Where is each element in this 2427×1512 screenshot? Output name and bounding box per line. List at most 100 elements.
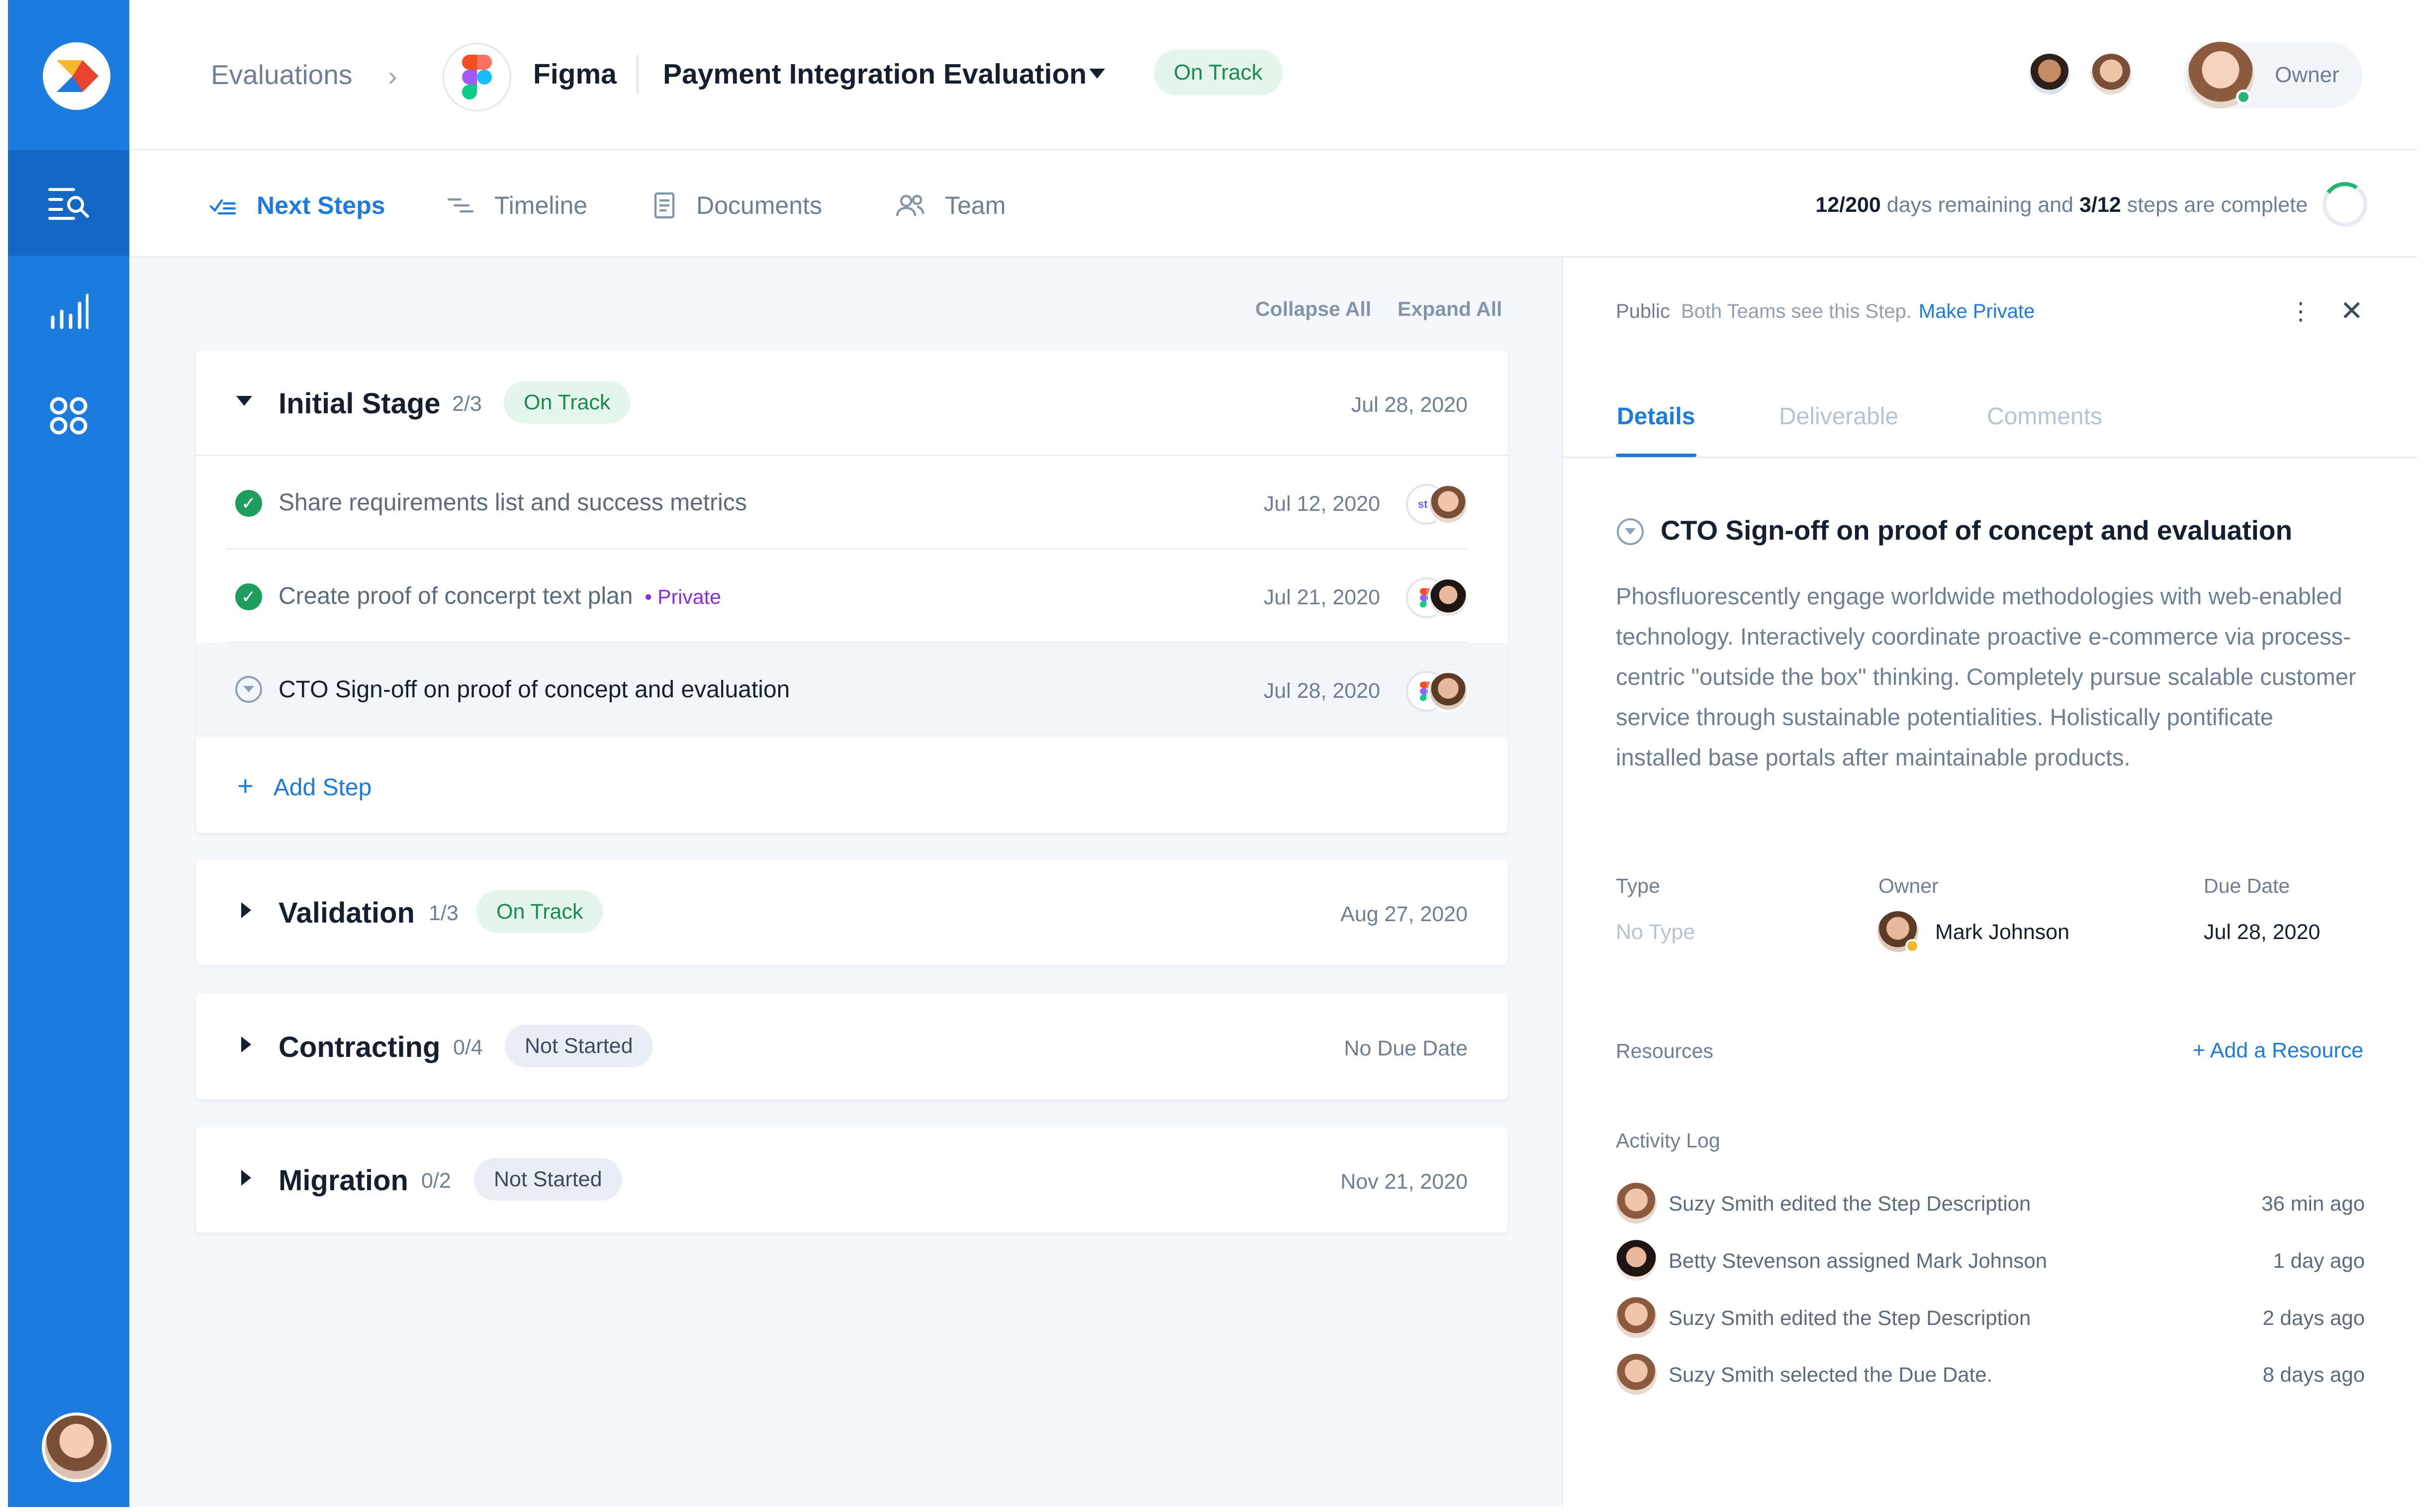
activity-text: Betty Stevenson assigned Mark Johnson xyxy=(1669,1249,2048,1272)
evaluation-title: Payment Integration Evaluation xyxy=(663,58,1087,90)
activity-log-label: Activity Log xyxy=(1616,1129,1720,1152)
tab-next-steps[interactable]: Next Steps xyxy=(209,191,385,220)
activity-text: Suzy Smith selected the Due Date. xyxy=(1669,1363,1993,1386)
app-logo[interactable] xyxy=(43,42,110,110)
due-date-picker[interactable]: Jul 28, 2020 xyxy=(2204,920,2320,945)
step-row[interactable]: ✓ Share requirements list and success me… xyxy=(196,456,1507,550)
tab-documents[interactable]: Documents xyxy=(653,191,822,220)
chevron-right-icon[interactable] xyxy=(241,1037,251,1052)
step-description[interactable]: Phosfluorescently engage worldwide metho… xyxy=(1616,576,2362,777)
status-badge: Not Started xyxy=(474,1158,622,1201)
bar-chart-icon xyxy=(51,293,89,329)
company-name: Figma xyxy=(533,58,617,90)
plus-icon: + xyxy=(237,770,254,801)
check-circle-icon[interactable]: ✓ xyxy=(235,583,262,610)
stage-card-contracting[interactable]: Contracting 0/4 Not Started No Due Date xyxy=(196,994,1507,1099)
activity-item: Suzy Smith edited the Step Description 3… xyxy=(1616,1183,2365,1228)
progress-ring xyxy=(2319,178,2371,231)
collapse-all-button[interactable]: Collapse All xyxy=(1255,297,1371,321)
stage-count: 0/4 xyxy=(453,1036,483,1059)
chevron-right-icon: › xyxy=(388,60,397,92)
expand-all-button[interactable]: Expand All xyxy=(1398,297,1502,321)
steps-value: 3/12 xyxy=(2079,193,2121,217)
user-avatar[interactable] xyxy=(42,1413,111,1482)
breadcrumb-evaluations[interactable]: Evaluations xyxy=(211,59,352,91)
sidebar-item-analytics[interactable] xyxy=(8,259,129,364)
stage-header[interactable]: Initial Stage 2/3 On Track Jul 28, 2020 xyxy=(196,350,1507,456)
close-icon[interactable]: ✕ xyxy=(2340,294,2363,327)
add-step-button[interactable]: + Add Step xyxy=(237,769,372,802)
document-icon xyxy=(654,192,675,219)
tab-details[interactable]: Details xyxy=(1617,403,1695,430)
team-icon xyxy=(896,194,925,216)
visibility-row: Public Both Teams see this Step. Make Priv… xyxy=(1616,300,2035,323)
chevron-down-icon[interactable] xyxy=(236,396,252,406)
avatar xyxy=(1616,1183,1657,1224)
visibility-note: Both Teams see this Step. xyxy=(1680,300,1912,322)
tab-label: Team xyxy=(945,191,1006,219)
activity-time: 1 day ago xyxy=(2273,1249,2365,1272)
stage-count: 0/2 xyxy=(421,1169,451,1193)
chevron-right-icon[interactable] xyxy=(241,902,251,918)
type-select[interactable]: No Type xyxy=(1616,920,1695,945)
chevron-circle-icon[interactable] xyxy=(1617,518,1644,545)
tab-deliverable[interactable]: Deliverable xyxy=(1779,403,1898,430)
company-logo xyxy=(443,43,511,111)
avatar[interactable] xyxy=(2091,54,2132,94)
activity-time: 8 days ago xyxy=(2262,1363,2365,1386)
stage-count: 2/3 xyxy=(452,392,482,416)
sidebar-item-apps[interactable] xyxy=(8,363,129,469)
step-detail-panel: Public Both Teams see this Step. Make Priv… xyxy=(1562,258,2417,1507)
chevron-right-icon[interactable] xyxy=(241,1170,251,1186)
tab-comments[interactable]: Comments xyxy=(1987,403,2102,430)
activity-time: 36 min ago xyxy=(2261,1192,2365,1215)
tab-label: Timeline xyxy=(494,191,588,219)
step-row-selected[interactable]: CTO Sign-off on proof of concept and eva… xyxy=(196,643,1507,737)
days-value: 12/200 xyxy=(1815,193,1881,217)
status-badge: Not Started xyxy=(505,1025,653,1067)
step-title: Create proof of concerpt text plan xyxy=(279,583,633,609)
stage-card-migration[interactable]: Migration 0/2 Not Started Nov 21, 2020 xyxy=(196,1127,1507,1232)
avatar xyxy=(1616,1297,1657,1338)
chevron-down-icon[interactable] xyxy=(1089,69,1105,79)
avatar xyxy=(1616,1354,1657,1395)
add-step-label: Add Step xyxy=(273,774,372,801)
step-date: Jul 21, 2020 xyxy=(1263,585,1380,609)
figma-logo-icon xyxy=(462,55,492,99)
avatar xyxy=(1428,577,1469,618)
status-badge: On Track xyxy=(1154,50,1283,95)
stage-card-validation[interactable]: Validation 1/3 On Track Aug 27, 2020 xyxy=(196,859,1507,965)
tab-timeline[interactable]: Timeline xyxy=(447,191,587,220)
stage-date: Aug 27, 2020 xyxy=(1340,902,1468,926)
more-options-icon[interactable]: ⋮ xyxy=(2289,297,2313,325)
sidebar xyxy=(8,0,129,1507)
stage-name: Migration xyxy=(279,1164,408,1197)
step-title: CTO Sign-off on proof of concept and eva… xyxy=(279,676,790,703)
list-search-icon xyxy=(48,188,89,220)
type-label: Type xyxy=(1616,874,1660,897)
due-date-label: Due Date xyxy=(2204,874,2290,897)
avatar xyxy=(1616,1240,1657,1281)
make-private-link[interactable]: Make Private xyxy=(1919,300,2035,322)
avatar[interactable] xyxy=(2029,54,2070,94)
check-circle-icon[interactable]: ✓ xyxy=(235,490,262,517)
step-date: Jul 12, 2020 xyxy=(1263,492,1380,516)
progress-summary: 12/200 days remaining and 3/12 steps are… xyxy=(1815,193,2308,217)
status-badge: On Track xyxy=(476,890,603,933)
activity-text: Suzy Smith edited the Step Description xyxy=(1669,1306,2031,1329)
add-resource-button[interactable]: + Add a Resource xyxy=(2193,1039,2363,1063)
sidebar-item-steps[interactable] xyxy=(8,150,129,256)
add-step-row[interactable]: + Add Step xyxy=(196,737,1507,830)
tab-team[interactable]: Team xyxy=(895,191,1006,220)
online-status-icon xyxy=(2236,90,2251,104)
stage-count: 1/3 xyxy=(429,901,459,925)
stage-name: Contracting xyxy=(279,1031,441,1063)
stage-date: Jul 28, 2020 xyxy=(1351,393,1468,417)
chevron-circle-icon[interactable] xyxy=(235,676,262,703)
checklist-icon xyxy=(209,199,236,215)
stage-date: Nov 21, 2020 xyxy=(1340,1170,1468,1194)
owner-select[interactable]: Mark Johnson xyxy=(1935,920,2069,945)
stage-name: Validation xyxy=(279,897,415,929)
tab-label: Next Steps xyxy=(257,191,385,219)
step-row[interactable]: ✓ Create proof of concerpt text plan • Pr… xyxy=(196,550,1507,643)
